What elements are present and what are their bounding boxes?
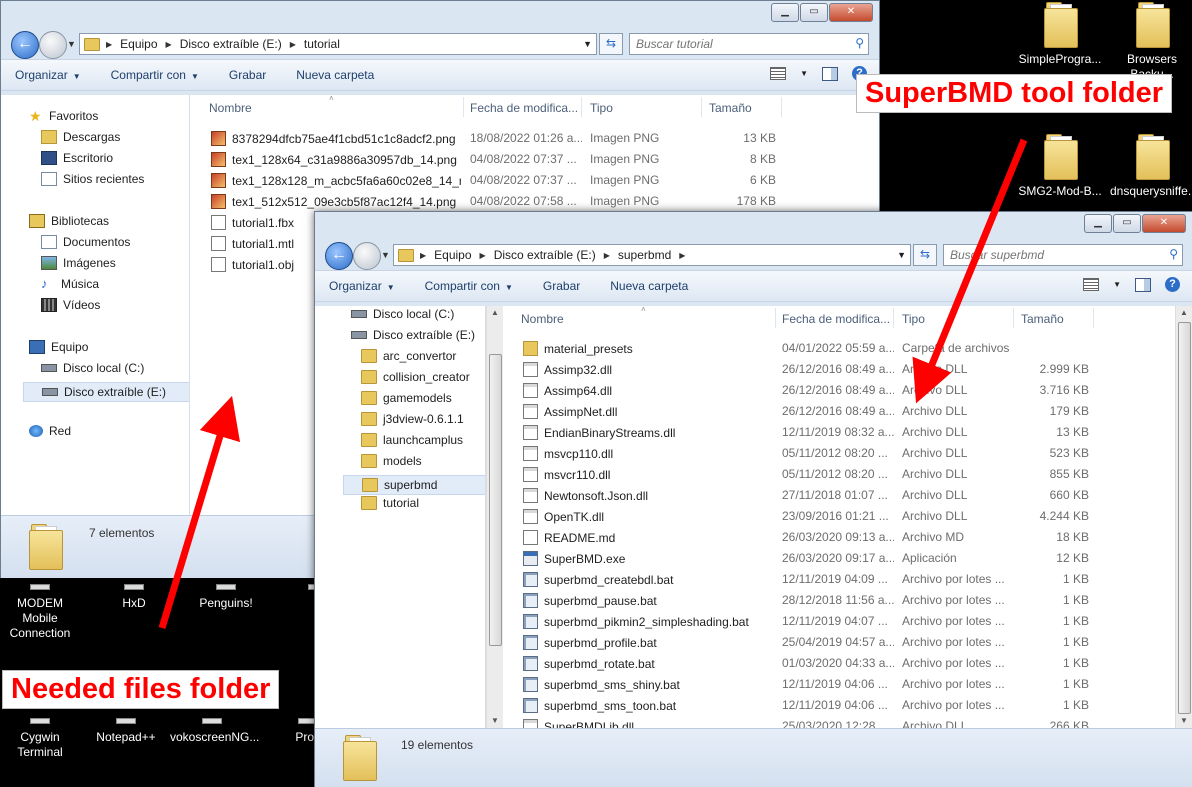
arrow-to-tutorial-folder (158, 395, 241, 630)
callout-needed-files-folder: Needed files folder (2, 670, 280, 709)
arrow-to-superbmd-folder (912, 138, 1028, 404)
callout-superbmd-tool-folder: SuperBMD tool folder (856, 74, 1173, 113)
annotation-arrows (158, 138, 1028, 630)
